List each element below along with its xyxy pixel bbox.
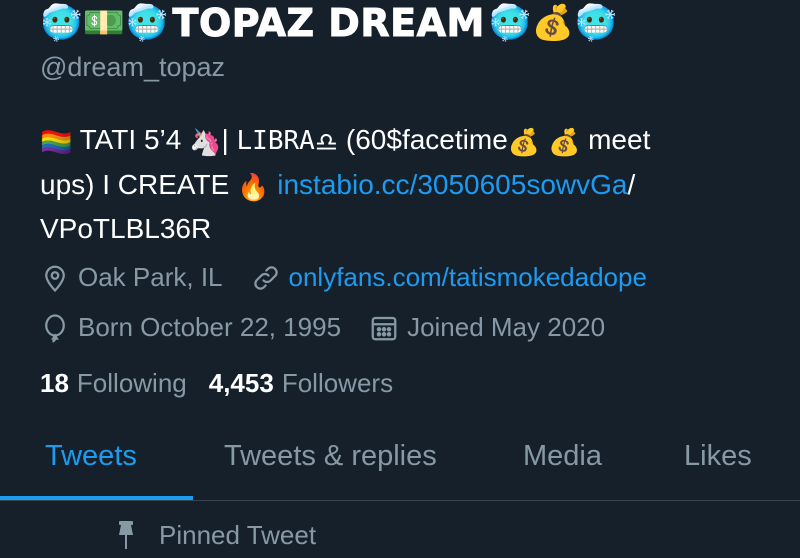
profile-tabs: Tweets Tweets & replies Media Likes (0, 430, 800, 501)
pinned-tweet-header: Pinned Tweet (115, 520, 316, 551)
balloon-icon (40, 313, 70, 343)
bio-text: TATI 5’4 (79, 124, 182, 155)
location-item: Oak Park, IL (40, 262, 223, 293)
birthday-text: Born October 22, 1995 (78, 312, 342, 342)
tab-tweets[interactable]: Tweets (45, 440, 137, 473)
tab-tweets-replies[interactable]: Tweets & replies (224, 440, 437, 473)
cold-face-emoji: 🥶 (125, 3, 169, 43)
tab-likes[interactable]: Likes (684, 440, 752, 473)
bio-line-2: ups) I CREATE 🔥 instabio.cc/3050605sowvG… (40, 163, 780, 207)
fire-emoji: 🔥 (237, 172, 270, 202)
tab-media[interactable]: Media (523, 440, 602, 473)
birthday-item: Born October 22, 1995 (40, 312, 341, 343)
joined-item: Joined May 2020 (369, 312, 605, 343)
link-icon (251, 263, 281, 293)
website-item[interactable]: onlyfans.com/tatismokedadope (251, 262, 647, 293)
bio-line-3: VPoTLBL36R (40, 207, 780, 251)
pin-icon (115, 520, 137, 551)
cold-face-emoji: 🥶 (488, 3, 532, 43)
dollar-banknote-emoji: 💵 (82, 3, 126, 43)
unicorn-emoji: 🦄 (189, 127, 222, 157)
cold-face-emoji: 🥶 (40, 3, 83, 43)
bio-text: ups) I CREATE (40, 169, 230, 200)
followers-count[interactable]: 4,453 (209, 368, 274, 399)
following-count[interactable]: 18 (40, 368, 69, 399)
profile-meta-row-1: Oak Park, IL onlyfans.com/tatismokedadop… (40, 262, 675, 293)
bio-separator: | (221, 124, 229, 155)
profile-display-name: 🥶 💵 🥶 TOPAZ DREAM 🥶 💰 🥶 (40, 1, 618, 46)
location-text: Oak Park, IL (78, 262, 223, 292)
profile-stats: 18 Following 4,453 Followers (40, 368, 415, 399)
followers-label[interactable]: Followers (282, 368, 393, 399)
libra-sign-emoji: ♎ (314, 127, 339, 157)
location-pin-icon (40, 263, 70, 293)
money-bag-emoji: 💰 (507, 127, 541, 157)
cold-face-emoji: 🥶 (574, 3, 618, 43)
pinned-tweet-label: Pinned Tweet (159, 520, 317, 550)
active-tab-indicator (0, 496, 193, 500)
profile-handle: @dream_topaz (40, 52, 226, 82)
bio-line-1: 🏳️‍🌈 TATI 5’4 🦄| LIBRA♎ (60$facetime💰 💰 … (40, 118, 780, 163)
website-link[interactable]: onlyfans.com/tatismokedadope (289, 262, 647, 293)
rainbow-flag-emoji: 🏳️‍🌈 (40, 127, 73, 157)
display-name-text: TOPAZ DREAM (172, 1, 485, 46)
bio-text: / (627, 169, 636, 200)
bio-text: (60$facetime (345, 124, 508, 155)
bio-text: VPoTLBL36R (40, 213, 212, 244)
calendar-icon (369, 313, 399, 343)
following-label[interactable]: Following (77, 368, 187, 399)
profile-bio: 🏳️‍🌈 TATI 5’4 🦄| LIBRA♎ (60$facetime💰 💰 … (40, 118, 780, 251)
bio-text: meet (588, 124, 651, 155)
bio-link[interactable]: instabio.cc/3050605sowvGa (277, 169, 627, 200)
joined-text: Joined May 2020 (407, 312, 606, 342)
bio-libra-text: LIBRA (236, 126, 315, 156)
money-bag-emoji: 💰 (531, 3, 575, 43)
money-bag-emoji: 💰 (547, 127, 581, 157)
profile-meta-row-2: Born October 22, 1995 Joined May 2020 (40, 312, 633, 343)
